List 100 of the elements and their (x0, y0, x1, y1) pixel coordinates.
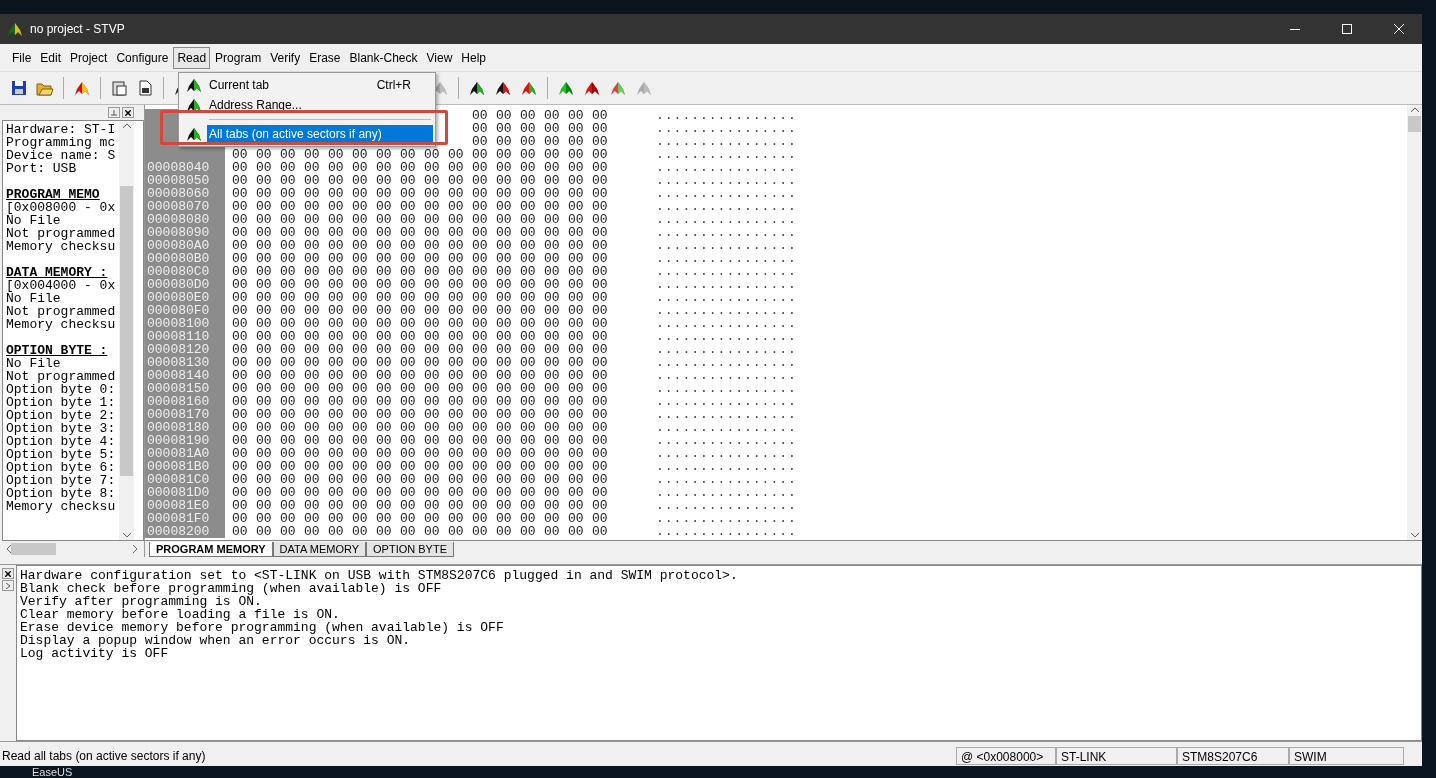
byte-cell-text: 00 (544, 369, 561, 382)
byte-cell-text: 00 (352, 330, 369, 343)
byte-cell-text: 00 (520, 499, 537, 512)
byte-cell-text: 00 (352, 512, 369, 525)
byte-cell-text: 00 (304, 447, 321, 460)
byte-cell-text: 00 (328, 200, 345, 213)
menu-title[interactable]: File (8, 46, 36, 69)
byte-cell-text: 00 (592, 473, 609, 486)
menu-title[interactable]: Project (66, 46, 112, 69)
byte-cell-text: 00 (328, 369, 345, 382)
address-cell: 000081E0 (145, 499, 225, 512)
byte-cell-text: 00 (544, 213, 561, 226)
byte-cell-text: 00 (424, 408, 441, 421)
byte-cell-text: 00 (304, 486, 321, 499)
info-heading: PROGRAM MEMO (6, 188, 101, 201)
byte-cell-text: 00 (592, 122, 609, 135)
byte-cell-text: 00 (376, 356, 393, 369)
menu-item[interactable]: Address Range... (207, 97, 433, 113)
pin-button[interactable] (2, 580, 14, 591)
byte-cell-text: 00 (280, 226, 297, 239)
menu-title[interactable]: View (422, 46, 457, 69)
scrollbar-thumb[interactable] (120, 185, 133, 476)
scrollbar-thumb[interactable] (11, 543, 56, 555)
byte-cell-text: 00 (232, 421, 249, 434)
byte-cell-text: 00 (472, 408, 489, 421)
address-cell: 00008060 (145, 187, 225, 200)
menu-title[interactable]: Erase (305, 46, 345, 69)
byte-cell-text: 00 (544, 291, 561, 304)
menu-title[interactable]: Edit (36, 46, 66, 69)
menu-title[interactable]: Program (211, 46, 266, 69)
address-cell: 000081B0 (145, 460, 225, 473)
close-button[interactable] (2, 568, 14, 579)
byte-cell-text: 00 (232, 187, 249, 200)
byte-cell-text: 00 (232, 148, 249, 161)
byte-cell-text: 00 (280, 408, 297, 421)
byte-cell-text: 00 (352, 161, 369, 174)
byte-cell-text: 00 (232, 356, 249, 369)
ascii-cell: ................ (656, 499, 797, 512)
vertical-scrollbar[interactable] (1407, 105, 1422, 540)
byte-cell-text: 00 (544, 512, 561, 525)
scrollbar-thumb[interactable] (1408, 116, 1421, 132)
byte-cell-text: 00 (496, 395, 513, 408)
address-cell: 00008170 (145, 408, 225, 421)
byte-cell-text: 00 (376, 265, 393, 278)
tab[interactable]: OPTION BYTE (366, 542, 455, 557)
byte-cell-text: 00 (496, 330, 513, 343)
byte-cell-text: 00 (448, 486, 465, 499)
address-cell: 00008200 (145, 525, 225, 538)
byte-cell-text: 00 (328, 317, 345, 330)
byte-cell-text: 00 (400, 174, 417, 187)
byte-cell-text: 00 (520, 291, 537, 304)
menu-title[interactable]: Verify (266, 46, 305, 69)
byte-cell-text: 00 (400, 499, 417, 512)
chip-icon (635, 80, 653, 96)
byte-cell-text: 00 (256, 265, 273, 278)
ascii-cell: ................ (656, 278, 797, 291)
vertical-scrollbar[interactable] (119, 121, 134, 540)
menu-title[interactable]: Configure (112, 46, 173, 69)
byte-cell-text: 00 (568, 356, 585, 369)
byte-cell-text: 00 (520, 226, 537, 239)
byte-cell-text: 00 (232, 486, 249, 499)
menu-item[interactable]: Current tab (207, 77, 373, 93)
byte-cell-text: 00 (520, 135, 537, 148)
info-line: No File (6, 214, 61, 227)
ascii-cell: ................ (656, 434, 797, 447)
byte-cell-text: 00 (592, 369, 609, 382)
menu-title[interactable]: Help (457, 46, 490, 69)
byte-cell-text: 00 (232, 291, 249, 304)
byte-cell-text: 00 (376, 187, 393, 200)
address-cell: 000080B0 (145, 252, 225, 265)
byte-cell-text: 00 (256, 213, 273, 226)
byte-cell-text: 00 (592, 408, 609, 421)
close-icon (1394, 24, 1404, 34)
byte-cell-text: 00 (472, 499, 489, 512)
byte-cell-text: 00 (304, 304, 321, 317)
byte-cell-text: 00 (472, 239, 489, 252)
byte-cell-text: 00 (376, 226, 393, 239)
byte-cell-text: 00 (328, 473, 345, 486)
byte-cell-text: 00 (568, 499, 585, 512)
byte-cell-text: 00 (448, 382, 465, 395)
byte-cell-text: 00 (376, 486, 393, 499)
byte-cell-text: 00 (352, 226, 369, 239)
byte-cell-text: 00 (424, 525, 441, 538)
byte-cell-text: 00 (352, 356, 369, 369)
tab[interactable]: DATA MEMORY (272, 542, 367, 557)
byte-cell-text: 00 (424, 382, 441, 395)
byte-cell-text: 00 (544, 135, 561, 148)
byte-cell-text: 00 (568, 460, 585, 473)
byte-cell-text: 00 (592, 252, 609, 265)
byte-cell-text: 00 (352, 499, 369, 512)
close-button[interactable] (122, 107, 134, 118)
byte-cell-text: 00 (568, 304, 585, 317)
tab[interactable]: PROGRAM MEMORY (149, 542, 273, 557)
menu-title[interactable]: Blank-Check (345, 46, 422, 69)
byte-cell-text: 00 (544, 421, 561, 434)
byte-cell-text: 00 (520, 304, 537, 317)
menu-title[interactable]: Read (173, 46, 211, 69)
byte-cell-text: 00 (568, 473, 585, 486)
byte-cell-text: 00 (400, 291, 417, 304)
byte-cell-text: 00 (280, 304, 297, 317)
